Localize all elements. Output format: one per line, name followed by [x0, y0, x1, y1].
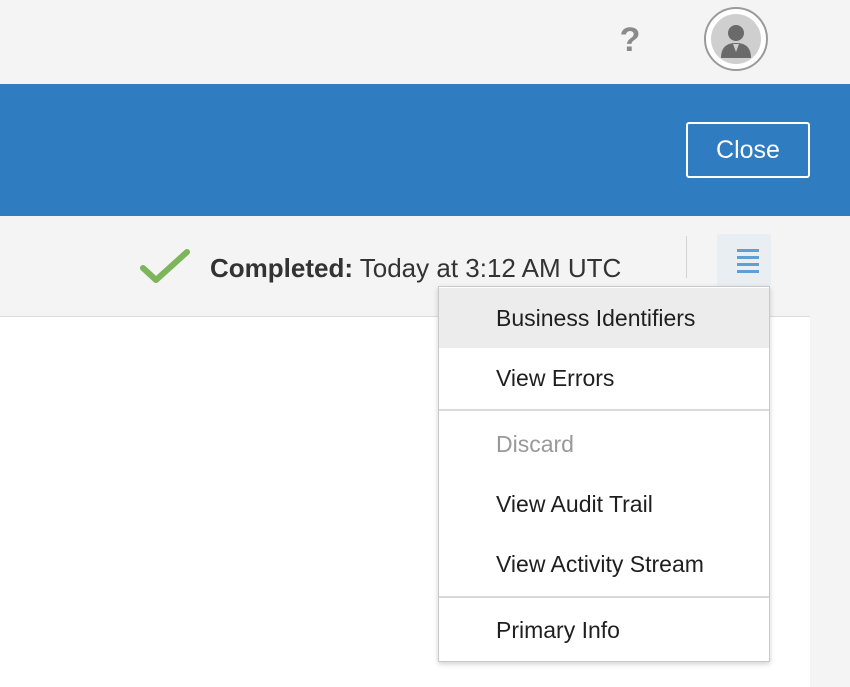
- status-time: Today at 3:12 AM UTC: [353, 253, 622, 283]
- menu-item-discard: Discard: [496, 430, 574, 457]
- close-button[interactable]: Close: [686, 122, 810, 178]
- user-avatar[interactable]: [704, 7, 768, 71]
- menu-divider: [439, 409, 769, 411]
- menu-item-view-audit-trail[interactable]: View Audit Trail: [439, 474, 769, 534]
- menu-item-primary-info[interactable]: Primary Info: [439, 600, 769, 660]
- top-bar: ?: [0, 0, 850, 84]
- menu-divider: [439, 596, 769, 598]
- menu-item-view-errors[interactable]: View Errors: [439, 348, 769, 408]
- menu-item-view-activity-stream[interactable]: View Activity Stream: [439, 534, 769, 594]
- actions-dropdown-menu: Business Identifiers View Errors Discard…: [438, 286, 770, 662]
- status-text: Completed: Today at 3:12 AM UTC: [210, 251, 621, 285]
- toolbar-divider: [686, 236, 687, 278]
- menu-item-business-identifiers[interactable]: Business Identifiers: [439, 288, 769, 348]
- check-icon: [140, 249, 190, 283]
- avatar-icon: [711, 14, 761, 64]
- menu-icon[interactable]: [717, 234, 771, 286]
- help-icon[interactable]: ?: [615, 20, 645, 60]
- status-label: Completed:: [210, 253, 353, 283]
